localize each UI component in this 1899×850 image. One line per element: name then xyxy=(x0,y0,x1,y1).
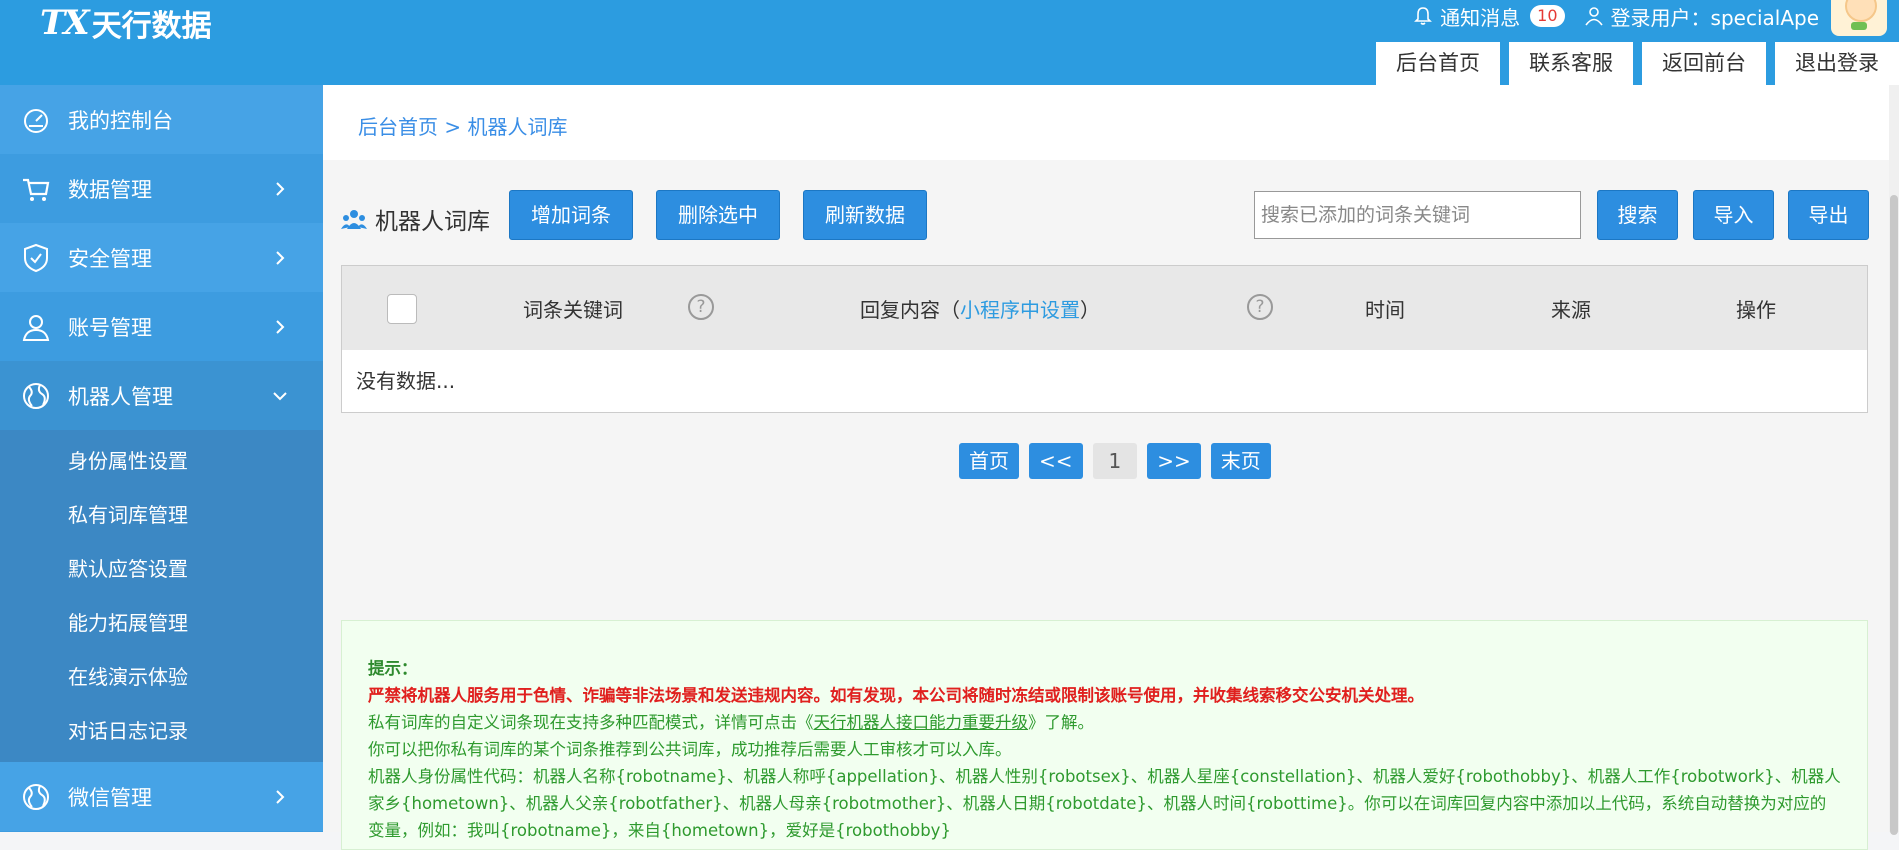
sidebar-item-label: 微信管理 xyxy=(68,785,152,810)
top-tabs: 后台首页 联系客服 返回前台 退出登录 xyxy=(1367,42,1899,85)
col-keyword: 词条关键词 xyxy=(523,298,623,322)
prev-page-button[interactable]: << xyxy=(1029,443,1083,479)
tab-back-frontend[interactable]: 返回前台 xyxy=(1642,42,1766,85)
chevron-right-icon xyxy=(276,319,285,334)
help-icon[interactable]: ? xyxy=(1247,294,1273,320)
login-user-label: 登录用户：specialApe xyxy=(1610,5,1819,30)
first-page-button[interactable]: 首页 xyxy=(959,443,1019,479)
sidebar-subitem-default-reply[interactable]: 默认应答设置 xyxy=(0,542,323,596)
sidebar-subitem-private-lexicon[interactable]: 私有词库管理 xyxy=(0,488,323,542)
export-button[interactable]: 导出 xyxy=(1788,190,1869,240)
chevron-right-icon xyxy=(276,789,285,804)
sidebar-item-wechat[interactable]: 微信管理 xyxy=(0,762,323,831)
col-source: 来源 xyxy=(1551,298,1591,322)
notice-line: 你可以把你私有词库的某个词条推荐到公共词库，成功推荐后需要人工审核才可以入库。 xyxy=(368,740,1012,759)
notice-line: 私有词库的自定义词条现在支持多种匹配模式，详情可点击《天行机器人接口能力重要升级… xyxy=(368,713,1094,732)
notifications[interactable]: 通知消息 10 xyxy=(1414,2,1565,31)
notice-warning: 严禁将机器人服务用于色情、诈骗等非法场景和发送违规内容。如有发现，本公司将随时冻… xyxy=(368,686,1424,705)
help-icon[interactable]: ? xyxy=(688,294,714,320)
sidebar-item-label: 机器人管理 xyxy=(68,384,173,409)
sidebar-item-account[interactable]: 账号管理 xyxy=(0,292,323,361)
sidebar-item-label: 我的控制台 xyxy=(68,108,173,133)
next-page-button[interactable]: >> xyxy=(1147,443,1201,479)
add-entry-button[interactable]: 增加词条 xyxy=(509,190,633,240)
tab-contact-service[interactable]: 联系客服 xyxy=(1509,42,1633,85)
sidebar-item-robot[interactable]: 机器人管理 xyxy=(0,361,323,430)
col-action: 操作 xyxy=(1736,298,1776,322)
import-button[interactable]: 导入 xyxy=(1693,190,1774,240)
delete-selected-button[interactable]: 删除选中 xyxy=(656,190,780,240)
main-area: 后台首页 > 机器人词库 机器人词库 增加词条 删除选中 刷新数据 搜索已添加的… xyxy=(323,85,1889,850)
page-title: 机器人词库 xyxy=(341,202,490,236)
lexicon-table: 词条关键词 ? 回复内容（小程序中设置） ? 时间 来源 操作 没有数据... xyxy=(341,265,1868,413)
sidebar-item-label: 账号管理 xyxy=(68,315,152,340)
logo[interactable]: TX 天行数据 xyxy=(40,2,212,44)
sidebar-subitem-identity[interactable]: 身份属性设置 xyxy=(0,434,323,488)
user-icon xyxy=(22,314,50,341)
empty-row: 没有数据... xyxy=(356,369,456,393)
search-button[interactable]: 搜索 xyxy=(1597,190,1678,240)
top-header: TX 天行数据 通知消息 10 登录用户：specialApe 后台首页 联系客… xyxy=(0,0,1899,85)
sidebar-item-console[interactable]: 我的控制台 xyxy=(0,85,323,154)
toolbar: 机器人词库 增加词条 删除选中 刷新数据 搜索已添加的词条关键词 搜索 导入 导… xyxy=(341,190,1869,242)
sidebar-subitem-extension[interactable]: 能力拓展管理 xyxy=(0,596,323,650)
last-page-button[interactable]: 末页 xyxy=(1210,443,1271,479)
page-title-text: 机器人词库 xyxy=(375,209,490,235)
notify-label: 通知消息 xyxy=(1440,5,1521,30)
robot-submenu: 身份属性设置 私有词库管理 默认应答设置 能力拓展管理 在线演示体验 对话日志记… xyxy=(0,430,323,762)
globe-icon xyxy=(23,783,49,810)
sidebar-item-label: 数据管理 xyxy=(68,177,152,202)
globe-icon xyxy=(23,382,49,409)
select-all-checkbox[interactable] xyxy=(387,294,417,324)
current-page[interactable]: 1 xyxy=(1092,443,1138,479)
cart-icon xyxy=(23,178,50,201)
sidebar-item-data[interactable]: 数据管理 xyxy=(0,154,323,223)
login-user[interactable]: 登录用户：specialApe xyxy=(1584,2,1819,31)
chevron-down-icon xyxy=(273,391,287,400)
sidebar-subitem-chat-log[interactable]: 对话日志记录 xyxy=(0,704,323,758)
shield-icon xyxy=(24,243,48,272)
breadcrumb-bar: 后台首页 > 机器人词库 xyxy=(323,85,1889,160)
upgrade-article-link[interactable]: 天行机器人接口能力重要升级 xyxy=(814,713,1029,732)
sidebar: 我的控制台 数据管理 安全管理 账号管理 机器人管理 身份属性设置 私有词库管理… xyxy=(0,85,323,832)
users-icon xyxy=(341,210,367,229)
scrollbar[interactable] xyxy=(1889,85,1899,835)
pagination: 首页 << 1 >> 末页 xyxy=(959,443,1281,479)
header-right: 通知消息 10 登录用户：specialApe xyxy=(1394,0,1899,36)
notice-title: 提示： xyxy=(368,659,418,678)
sidebar-subitem-demo[interactable]: 在线演示体验 xyxy=(0,650,323,704)
refresh-data-button[interactable]: 刷新数据 xyxy=(803,190,927,240)
breadcrumb[interactable]: 后台首页 > 机器人词库 xyxy=(358,111,567,140)
content: 机器人词库 增加词条 删除选中 刷新数据 搜索已添加的词条关键词 搜索 导入 导… xyxy=(323,160,1889,850)
table-header: 词条关键词 ? 回复内容（小程序中设置） ? 时间 来源 操作 xyxy=(342,266,1867,350)
notify-badge: 10 xyxy=(1530,5,1565,27)
tab-logout[interactable]: 退出登录 xyxy=(1775,42,1899,85)
search-input[interactable]: 搜索已添加的词条关键词 xyxy=(1254,191,1581,239)
miniapp-settings-link[interactable]: 小程序中设置 xyxy=(960,298,1080,322)
logo-text: 天行数据 xyxy=(91,9,212,44)
avatar[interactable] xyxy=(1831,0,1887,36)
logo-mark: TX xyxy=(40,3,90,43)
user-icon xyxy=(1584,7,1603,26)
bell-icon xyxy=(1414,7,1433,25)
sidebar-item-security[interactable]: 安全管理 xyxy=(0,223,323,292)
sidebar-item-label: 安全管理 xyxy=(68,246,152,271)
chevron-right-icon xyxy=(276,250,285,265)
dashboard-icon xyxy=(24,108,48,133)
scrollbar-thumb[interactable] xyxy=(1890,195,1898,835)
tab-admin-home[interactable]: 后台首页 xyxy=(1376,42,1500,85)
notice-box: 提示： 严禁将机器人服务用于色情、诈骗等非法场景和发送违规内容。如有发现，本公司… xyxy=(341,620,1868,850)
col-reply: 回复内容（小程序中设置） xyxy=(860,298,1100,322)
chevron-right-icon xyxy=(276,181,285,196)
col-time: 时间 xyxy=(1365,298,1405,322)
